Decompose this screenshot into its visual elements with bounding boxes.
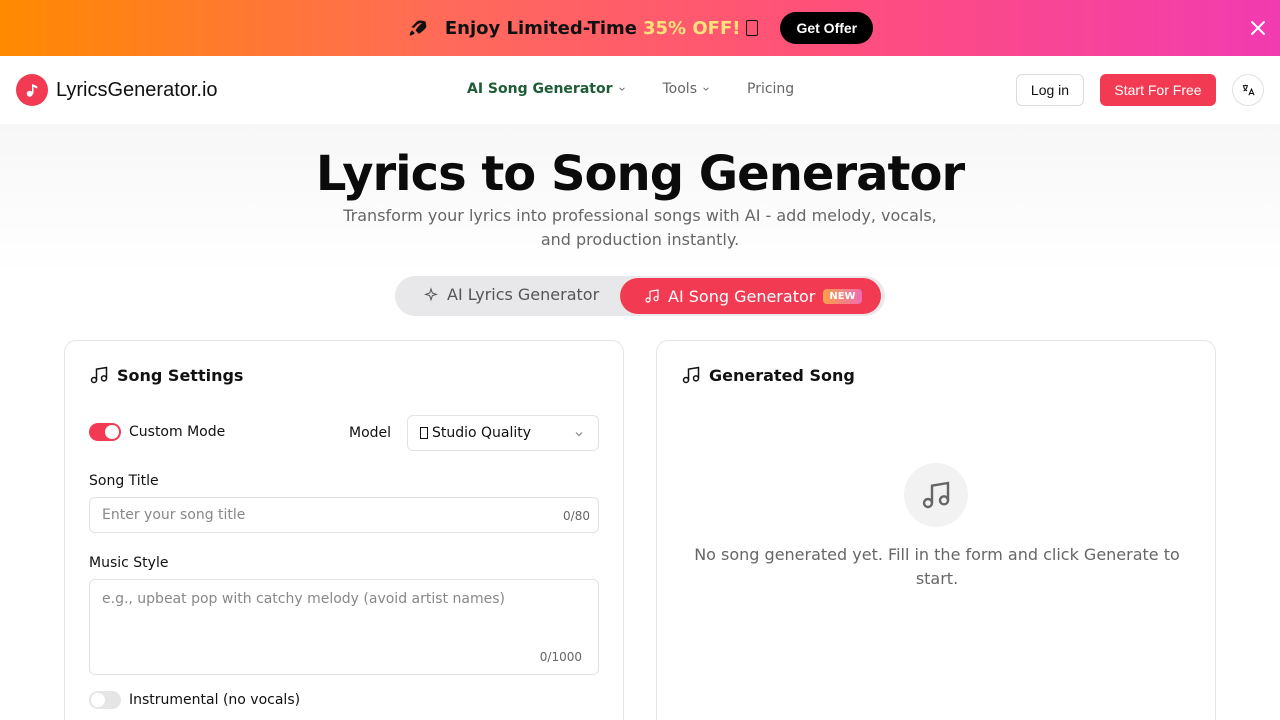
promo-banner: Enjoy Limited-Time 35% OFF! Get Offer — [0, 0, 1280, 56]
generated-song-card: Generated Song No song generated yet. Fi… — [656, 340, 1216, 720]
model-label: Model — [349, 425, 392, 441]
empty-state-text: No song generated yet. Fill in the form … — [694, 545, 1180, 588]
promo-text: Enjoy Limited-Time — [444, 17, 637, 39]
card-title: Generated Song — [709, 365, 855, 385]
music-note-logo-icon — [16, 74, 48, 106]
song-title-counter: 0/80 — [563, 509, 590, 523]
new-badge: NEW — [823, 288, 862, 304]
tab-label: AI Lyrics Generator — [447, 285, 600, 304]
language-icon[interactable] — [1232, 74, 1264, 106]
chevron-down-icon — [618, 87, 625, 91]
logo-text: LyricsGenerator.io — [56, 78, 218, 101]
instrumental-toggle[interactable] — [89, 691, 121, 709]
song-title-input[interactable]: Enter your song title 0/80 — [89, 497, 599, 533]
tab-label: AI Song Generator — [668, 286, 816, 306]
custom-mode-toggle[interactable] — [89, 423, 121, 441]
logo[interactable]: LyricsGenerator.io — [16, 74, 218, 106]
song-settings-card: Song Settings Custom Mode Model Studio Q… — [64, 340, 624, 720]
music-style-textarea[interactable]: e.g., upbeat pop with catchy melody (avo… — [89, 579, 599, 675]
nav-item-label: Tools — [662, 81, 698, 97]
model-icon — [420, 427, 428, 439]
hero: Lyrics to Song Generator Transform your … — [0, 124, 1280, 274]
custom-mode-row: Custom Mode — [89, 423, 225, 441]
instrumental-row: Instrumental (no vocals) — [89, 691, 300, 709]
tab-ai-song-generator[interactable]: AI Song Generator NEW — [620, 278, 881, 314]
nav-item-ai-song-generator[interactable]: AI Song Generator — [467, 81, 626, 97]
instrumental-label: Instrumental (no vocals) — [129, 692, 301, 708]
model-value: Studio Quality — [432, 425, 532, 441]
music-style-label: Music Style — [89, 555, 169, 571]
model-select[interactable]: Studio Quality — [407, 415, 599, 451]
song-title-placeholder: Enter your song title — [102, 507, 246, 523]
chevron-down-icon — [703, 87, 709, 91]
rocket-icon — [407, 17, 429, 39]
nav-item-tools[interactable]: Tools — [663, 81, 711, 97]
mode-switch: AI Lyrics Generator AI Song Generator NE… — [395, 276, 885, 316]
top-nav: LyricsGenerator.io AI Song Generator Too… — [0, 56, 1280, 124]
nav-item-label: AI Song Generator — [467, 81, 613, 97]
music-note-icon — [90, 366, 108, 384]
nav-item-pricing[interactable]: Pricing — [747, 81, 794, 97]
music-style-placeholder: e.g., upbeat pop with catchy melody (avo… — [102, 591, 505, 607]
close-icon[interactable] — [1248, 18, 1268, 38]
tab-ai-lyrics-generator[interactable]: AI Lyrics Generator — [423, 285, 599, 304]
page-subtitle: Transform your lyrics into professional … — [343, 206, 937, 249]
custom-mode-label: Custom Mode — [129, 424, 226, 440]
get-offer-button[interactable]: Get Offer — [780, 12, 874, 44]
nav-links: AI Song Generator Tools Pricing — [467, 81, 794, 97]
empty-music-icon — [904, 463, 968, 527]
card-title: Song Settings — [117, 365, 244, 385]
song-title-label: Song Title — [89, 473, 159, 489]
sparkles-icon — [423, 286, 439, 301]
chevron-down-icon — [575, 432, 583, 437]
gift-icon — [746, 19, 759, 36]
promo-highlight: 35% OFF! — [643, 17, 741, 39]
start-free-button[interactable]: Start For Free — [1100, 74, 1216, 106]
login-button[interactable]: Log in — [1016, 74, 1084, 106]
music-note-icon — [682, 366, 700, 384]
music-note-icon — [645, 289, 659, 303]
page-title: Lyrics to Song Generator — [315, 146, 965, 202]
music-style-counter: 0/1000 — [539, 650, 582, 664]
